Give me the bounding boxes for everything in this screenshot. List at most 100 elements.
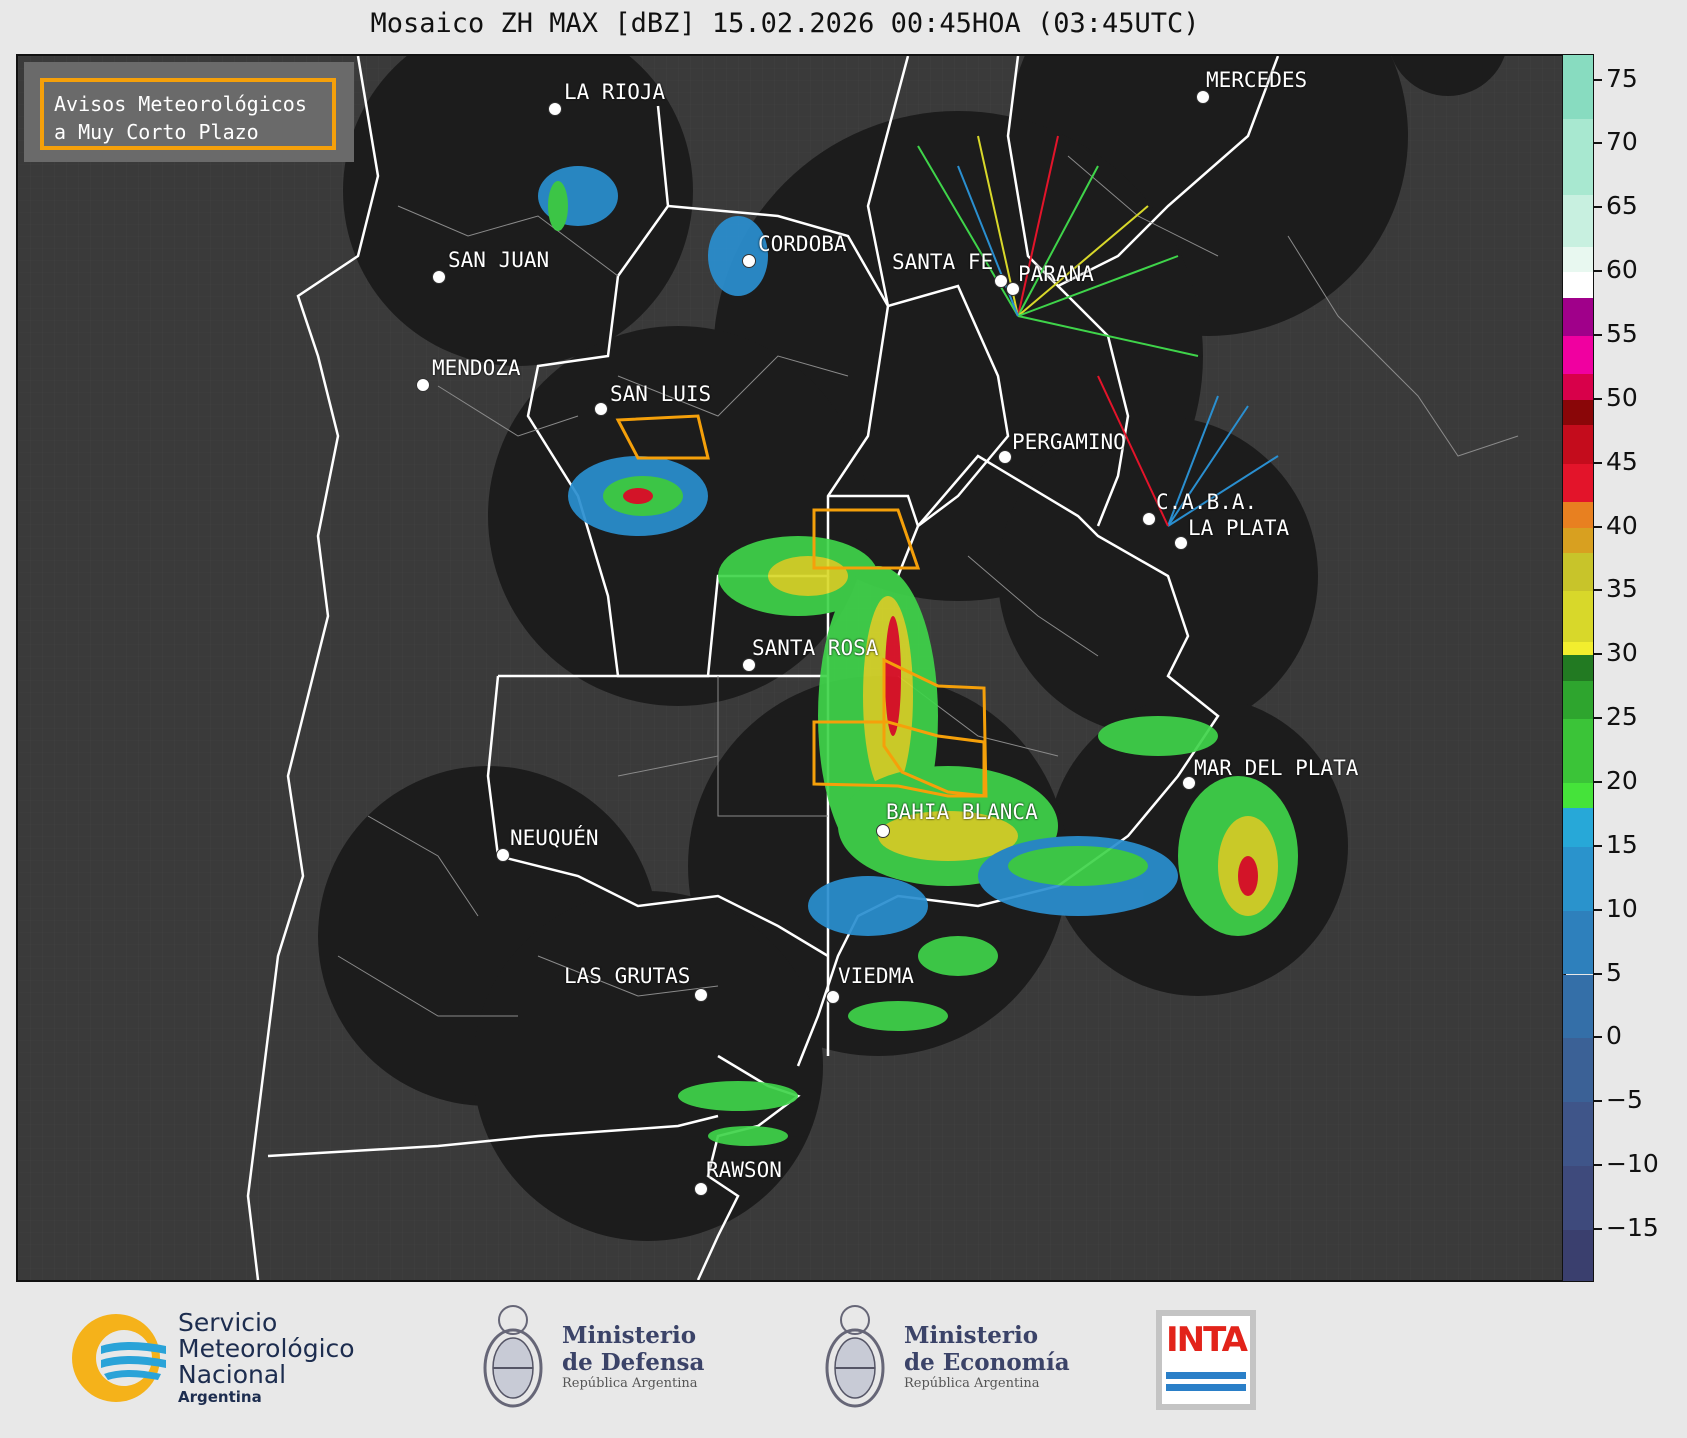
colorbar-segment	[1563, 399, 1593, 426]
colorbar-segment	[1563, 55, 1593, 119]
city-label-viedma: VIEDMA	[838, 964, 914, 988]
colorbar-segment	[1563, 272, 1593, 298]
city-marker-mercedes[interactable]	[1196, 90, 1210, 104]
colorbar-segment	[1563, 118, 1593, 196]
colorbar-tick	[1594, 78, 1602, 81]
colorbar-segment	[1563, 425, 1593, 464]
smn-text: Servicio Meteorológico Nacional Argentin…	[178, 1308, 355, 1407]
colorbar-tick	[1594, 525, 1602, 528]
smn-line4: Argentina	[178, 1388, 262, 1406]
map-title: Mosaico ZH MAX [dBZ] 15.02.2026 00:45HOA…	[370, 8, 1200, 39]
colorbar-segment	[1563, 1038, 1593, 1103]
colorbar-tick	[1594, 1100, 1602, 1103]
warning-legend-line1: Avisos Meteorológicos	[54, 92, 307, 116]
economia-line2: de Economía	[904, 1349, 1070, 1376]
colorbar-segment	[1563, 719, 1593, 783]
coat-of-arms-icon	[483, 1305, 543, 1408]
city-label-mar-del-plata: MAR DEL PLATA	[1194, 756, 1359, 780]
colorbar-tick	[1594, 397, 1602, 400]
city-marker-neuquen[interactable]	[496, 848, 510, 862]
colorbar-segment	[1563, 501, 1593, 528]
colorbar-tick-label: 70	[1606, 127, 1638, 157]
warning-legend: Avisos Meteorológicos a Muy Corto Plazo	[24, 62, 354, 162]
colorbar-segment	[1563, 846, 1593, 911]
colorbar-tick-label: 75	[1606, 63, 1638, 93]
defensa-line2: de Defensa	[562, 1349, 705, 1376]
inta-text: INTA	[1166, 1320, 1248, 1360]
colorbar-tick	[1594, 1036, 1602, 1039]
colorbar-tick-label: 65	[1606, 191, 1638, 221]
city-label-mendoza: MENDOZA	[432, 356, 521, 380]
city-label-santa-fe: SANTA FE	[892, 250, 994, 274]
colorbar-segment	[1563, 591, 1593, 643]
city-marker-la-plata[interactable]	[1174, 536, 1188, 550]
city-marker-mendoza[interactable]	[416, 378, 430, 392]
city-label-cordoba: CORDOBA	[758, 232, 847, 256]
colorbar-segment	[1563, 1166, 1593, 1230]
colorbar-tick	[1594, 653, 1602, 656]
city-marker-las-grutas[interactable]	[694, 988, 708, 1002]
city-marker-la-rioja[interactable]	[548, 102, 562, 116]
smn-logo: Servicio Meteorológico Nacional Argentin…	[66, 1308, 386, 1408]
warning-legend-line2: a Muy Corto Plazo	[54, 120, 259, 144]
city-label-la-plata: LA PLATA	[1188, 516, 1290, 540]
city-marker-rawson[interactable]	[694, 1182, 708, 1196]
colorbar-segment	[1563, 374, 1593, 400]
colorbar-tick-label: 30	[1606, 638, 1638, 668]
colorbar-tick-label: 25	[1606, 702, 1638, 732]
colorbar-segment	[1563, 195, 1593, 247]
colorbar-tick-label: 20	[1606, 765, 1638, 795]
city-marker-viedma[interactable]	[826, 990, 840, 1004]
colorbar-segment	[1563, 463, 1593, 502]
city-label-las-grutas: LAS GRUTAS	[564, 964, 691, 988]
economia-line3: República Argentina	[904, 1376, 1040, 1391]
smn-line1: Servicio	[178, 1308, 278, 1337]
city-marker-pergamino[interactable]	[998, 450, 1012, 464]
colorbar-tick	[1594, 717, 1602, 720]
city-label-santa-rosa: SANTA ROSA	[752, 636, 879, 660]
colorbar-tick	[1594, 206, 1602, 209]
smn-line3: Nacional	[178, 1360, 287, 1389]
city-marker-caba[interactable]	[1142, 512, 1156, 526]
city-marker-san-luis[interactable]	[594, 402, 608, 416]
colorbar-segment	[1563, 246, 1593, 273]
economia-line1: Ministerio	[904, 1322, 1039, 1349]
colorbar-tick-label: 15	[1606, 829, 1638, 859]
colorbar-tick	[1594, 1164, 1602, 1167]
defensa-logo: Ministerio de Defensa República Argentin…	[478, 1298, 718, 1418]
city-label-bahia-blanca: BAHIA BLANCA	[886, 800, 1038, 824]
city-label-caba: C.A.B.A.	[1156, 490, 1258, 514]
colorbar-tick-label: −5	[1606, 1085, 1643, 1115]
radar-map[interactable]: Avisos Meteorológicos a Muy Corto Plazo …	[16, 54, 1566, 1282]
colorbar-tick-label: 60	[1606, 255, 1638, 285]
colorbar-tick	[1594, 142, 1602, 145]
colorbar-segment	[1563, 655, 1593, 681]
colorbar-tick-label: −10	[1606, 1149, 1659, 1179]
colorbar-tick-label: 0	[1606, 1021, 1622, 1051]
colorbar-tick-label: 55	[1606, 318, 1638, 348]
city-label-mercedes: MERCEDES	[1206, 68, 1308, 92]
city-label-rawson: RAWSON	[706, 1158, 782, 1182]
defensa-line3: República Argentina	[562, 1376, 698, 1391]
colorbar-segment	[1563, 974, 1593, 1039]
inta-logo: INTA	[1156, 1310, 1256, 1410]
colorbar-tick-label: 35	[1606, 574, 1638, 604]
colorbar-tick	[1594, 844, 1602, 847]
city-marker-cordoba[interactable]	[742, 254, 756, 268]
colorbar-segment	[1563, 680, 1593, 720]
coat-of-arms-icon	[825, 1305, 885, 1408]
city-marker-bahia-blanca[interactable]	[876, 824, 890, 838]
colorbar-segment	[1563, 553, 1593, 592]
colorbar-tick-label: −15	[1606, 1212, 1659, 1242]
colorbar-segment	[1563, 1102, 1593, 1167]
colorbar-segment	[1563, 910, 1593, 975]
colorbar-tick-label: 10	[1606, 893, 1638, 923]
colorbar-segment	[1563, 335, 1593, 375]
colorbar-segment	[1563, 1229, 1593, 1281]
smn-line2: Meteorológico	[178, 1334, 355, 1363]
city-marker-san-juan[interactable]	[432, 270, 446, 284]
city-marker-santa-rosa[interactable]	[742, 658, 756, 672]
colorbar-segment	[1563, 642, 1593, 656]
colorbar-tick	[1594, 908, 1602, 911]
colorbar-tick-label: 45	[1606, 446, 1638, 476]
